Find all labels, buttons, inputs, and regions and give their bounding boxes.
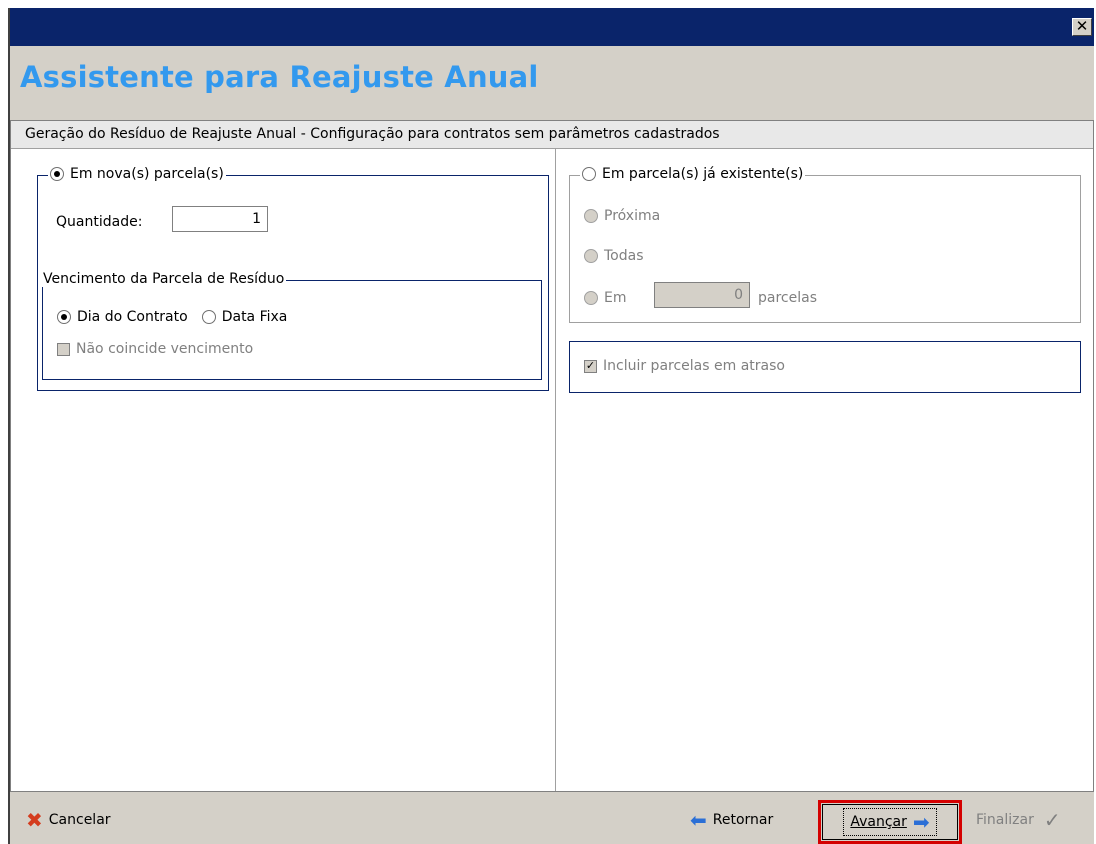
- close-icon[interactable]: ✕: [1072, 18, 1092, 36]
- quantity-label: Quantidade:: [56, 214, 143, 230]
- quantity-input[interactable]: 1: [172, 206, 268, 232]
- config-panel: Geração do Resíduo de Reajuste Anual - C…: [10, 120, 1094, 792]
- back-arrow-icon: ⬅: [690, 808, 707, 832]
- next-button[interactable]: Avançar ➡: [822, 804, 958, 840]
- cancel-button[interactable]: ✖ Cancelar: [26, 805, 111, 835]
- in-count-input[interactable]: 0: [654, 282, 750, 308]
- title-bar: ✕: [10, 8, 1094, 46]
- wizard-window: ✕ Assistente para Reajuste Anual Geração…: [8, 8, 1094, 844]
- next-label: Avançar: [850, 814, 907, 830]
- not-coincide-label: Não coincide vencimento: [76, 341, 254, 357]
- next-radio[interactable]: [584, 209, 598, 223]
- overdue-group: ✓ Incluir parcelas em atraso: [569, 341, 1081, 393]
- new-installments-label: Em nova(s) parcela(s): [70, 166, 224, 182]
- cancel-label: Cancelar: [48, 812, 111, 828]
- existing-installments-label: Em parcela(s) já existente(s): [602, 166, 804, 182]
- next-label: Próxima: [604, 208, 661, 224]
- include-overdue-label: Incluir parcelas em atraso: [603, 358, 785, 374]
- existing-installments-group: Em parcela(s) já existente(s) Próxima To…: [569, 166, 1081, 323]
- next-arrow-icon: ➡: [912, 810, 930, 834]
- fixed-date-label: Data Fixa: [221, 309, 288, 325]
- wizard-title: Assistente para Reajuste Anual: [20, 60, 539, 94]
- all-label: Todas: [604, 248, 644, 264]
- new-installments-radio[interactable]: [50, 167, 64, 181]
- panel-title: Geração do Resíduo de Reajuste Anual - C…: [11, 121, 1093, 149]
- existing-installments-option[interactable]: Em parcela(s) já existente(s): [580, 166, 806, 182]
- new-installments-group: Em nova(s) parcela(s) Quantidade: 1 Venc…: [37, 166, 549, 391]
- new-installments-option[interactable]: Em nova(s) parcela(s): [48, 166, 226, 182]
- in-label: Em: [604, 290, 627, 306]
- due-date-group: Vencimento da Parcela de Resíduo Dia do …: [41, 271, 542, 380]
- wizard-header: Assistente para Reajuste Anual: [10, 46, 1094, 110]
- wizard-footer: ✖ Cancelar ⬅ Retornar Avançar ➡ Finaliza…: [10, 794, 1094, 844]
- fixed-date-radio[interactable]: [201, 310, 216, 324]
- finish-button[interactable]: Finalizar ✓: [976, 805, 1061, 835]
- in-radio[interactable]: [584, 291, 598, 305]
- all-radio[interactable]: [584, 249, 598, 263]
- cancel-x-icon: ✖: [26, 808, 43, 832]
- back-label: Retornar: [712, 812, 774, 828]
- in-suffix-label: parcelas: [758, 290, 817, 306]
- check-icon: ✓: [1043, 808, 1061, 832]
- back-button[interactable]: ⬅ Retornar: [690, 805, 773, 835]
- due-date-group-label: Vencimento da Parcela de Resíduo: [43, 271, 285, 287]
- include-overdue-checkbox[interactable]: ✓: [584, 359, 597, 373]
- finish-label: Finalizar: [976, 812, 1034, 828]
- not-coincide-checkbox[interactable]: [57, 342, 70, 356]
- contract-day-radio[interactable]: [57, 310, 71, 324]
- column-divider: [555, 149, 556, 791]
- contract-day-label: Dia do Contrato: [77, 309, 188, 325]
- existing-installments-radio[interactable]: [582, 167, 596, 181]
